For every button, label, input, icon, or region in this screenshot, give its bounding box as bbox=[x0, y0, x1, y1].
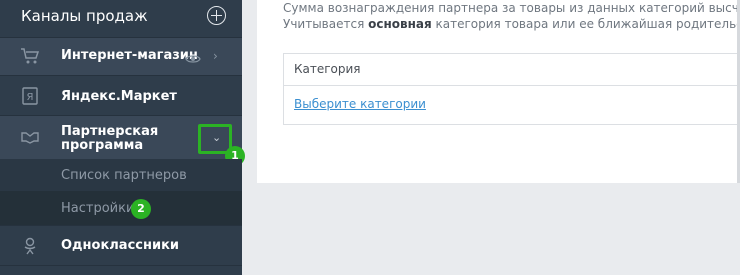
sidebar-item-label: Одноклассники bbox=[61, 238, 180, 253]
odnoklassniki-icon bbox=[20, 236, 40, 256]
category-box: Категория Выберите категории bbox=[283, 53, 740, 125]
sidebar-subitem-label: Настройки bbox=[61, 201, 135, 216]
select-categories-link[interactable]: Выберите категории bbox=[294, 97, 426, 111]
sidebar-item-label: Интернет-магазин bbox=[61, 48, 198, 63]
partner-settings-panel: Сумма вознаграждения партнера за товары … bbox=[257, 0, 740, 183]
sidebar-item-yandex-market[interactable]: Я Яндекс.Маркет bbox=[0, 75, 242, 115]
category-header: Категория bbox=[284, 54, 740, 86]
description-text: Сумма вознаграждения партнера за товары … bbox=[283, 0, 740, 32]
sidebar-item-online-store[interactable]: Интернет-магазин › bbox=[0, 37, 242, 75]
chevron-down-icon: ⌄ bbox=[212, 131, 222, 144]
svg-text:Я: Я bbox=[27, 92, 34, 103]
sidebar-item-label: Партнерская программа bbox=[61, 124, 159, 153]
sidebar-item-odnoklassniki[interactable]: Одноклассники bbox=[0, 225, 242, 265]
sidebar-subitem-label: Список партнеров bbox=[61, 168, 187, 183]
chevron-right-icon[interactable]: › bbox=[213, 49, 218, 63]
description-line-1: Сумма вознаграждения партнера за товары … bbox=[283, 1, 740, 15]
step-badge-2: 2 bbox=[131, 199, 151, 219]
cart-icon bbox=[20, 46, 40, 66]
handshake-icon bbox=[20, 127, 40, 147]
description-line-2: Учитывается основная категория товара ил… bbox=[283, 17, 740, 31]
sidebar-item-next[interactable] bbox=[0, 265, 242, 275]
sidebar-subitem-settings[interactable]: Настройки bbox=[0, 191, 242, 225]
sales-channels-sidebar: Каналы продаж Интернет-магазин › Я Яндек… bbox=[0, 0, 245, 275]
yandex-icon: Я bbox=[20, 86, 40, 106]
add-channel-icon[interactable] bbox=[207, 6, 226, 25]
sidebar-item-partner-program[interactable]: Партнерская программа ⌄ bbox=[0, 115, 242, 159]
sidebar-header: Каналы продаж bbox=[0, 0, 242, 33]
sidebar-subitem-partners-list[interactable]: Список партнеров bbox=[0, 159, 242, 191]
eye-icon[interactable] bbox=[185, 50, 201, 63]
sidebar-title: Каналы продаж bbox=[21, 7, 148, 25]
sidebar-item-label: Яндекс.Маркет bbox=[61, 89, 177, 104]
